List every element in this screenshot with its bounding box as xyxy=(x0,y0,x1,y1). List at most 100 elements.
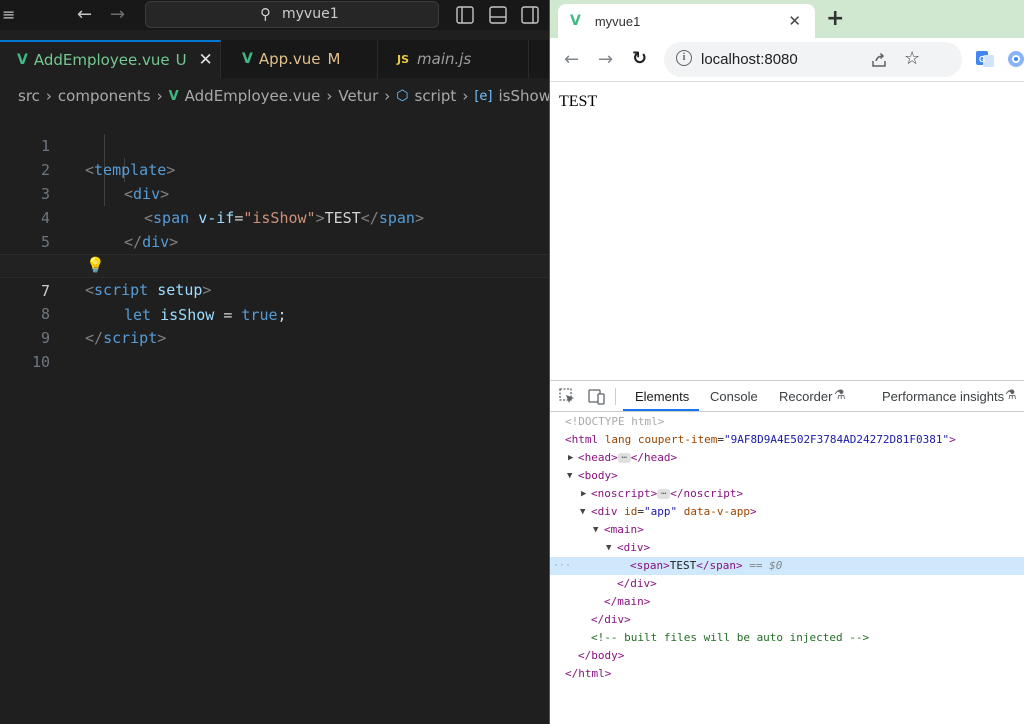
code-line: 4 </div> xyxy=(0,182,549,251)
flask-icon: ⚗ xyxy=(1005,387,1017,402)
toggle-sidebar-icon[interactable] xyxy=(456,6,474,24)
forward-icon[interactable]: → xyxy=(598,49,613,70)
more-icon[interactable]: ··· xyxy=(553,557,571,575)
active-tab-indicator xyxy=(623,409,699,411)
close-icon[interactable]: ✕ xyxy=(199,50,213,70)
git-status-badge: M xyxy=(327,50,341,68)
chevron-right-icon: › xyxy=(45,87,52,105)
tab-title: myvue1 xyxy=(594,13,641,29)
expand-triangle-icon[interactable]: ▶ xyxy=(581,485,586,503)
chevron-right-icon: › xyxy=(156,87,163,105)
code-line: 3 <span v-if="isShow">TEST</span> xyxy=(0,158,549,227)
dom-node[interactable]: <!DOCTYPE html> xyxy=(550,413,1024,431)
device-toolbar-icon[interactable] xyxy=(588,388,606,405)
toggle-panel-icon[interactable] xyxy=(489,6,507,24)
dom-node[interactable]: </main> xyxy=(550,593,1024,611)
tab-console[interactable]: Console xyxy=(710,389,758,404)
breadcrumb-item[interactable]: AddEmployee.vue xyxy=(185,87,321,105)
collapse-triangle-icon[interactable]: ▼ xyxy=(606,539,611,557)
code-line: 2 <div> xyxy=(0,134,549,203)
collapse-triangle-icon[interactable]: ▼ xyxy=(567,467,572,485)
tab-elements[interactable]: Elements xyxy=(635,389,689,404)
inspect-icon[interactable] xyxy=(559,388,576,405)
line-number: 10 xyxy=(31,353,50,371)
chrome-tabbar: V myvue1 ✕ + xyxy=(550,0,1024,38)
close-icon[interactable]: ✕ xyxy=(788,12,801,30)
info-icon[interactable]: i xyxy=(676,50,692,66)
chrome-window: V myvue1 ✕ + ← → ↻ i localhost:8080 ☆ G … xyxy=(549,0,1024,724)
dom-node[interactable]: ▼ <main> xyxy=(550,521,1024,539)
tab-label: main.js xyxy=(417,50,472,68)
tab-addemployee-vue[interactable]: V AddEmployee.vue U ✕ xyxy=(0,40,221,78)
translate-extension-icon[interactable]: G xyxy=(975,49,995,69)
tab-recorder[interactable]: Recorder xyxy=(779,389,832,404)
page-content-text: TEST xyxy=(559,93,598,110)
screen: ≡ ← → ⚲ myvue1 V AddEmployee.vue U ✕ V A… xyxy=(0,0,1024,724)
flask-icon: ⚗ xyxy=(834,387,846,402)
variable-icon: [e] xyxy=(474,88,493,104)
reload-icon[interactable]: ↻ xyxy=(632,48,647,69)
chevron-right-icon: › xyxy=(326,87,333,105)
vue-file-icon: V xyxy=(168,88,179,104)
devtools-tabbar: Elements Console Recorder ⚗ Performance … xyxy=(550,381,1024,412)
back-icon[interactable]: ← xyxy=(564,49,579,70)
forward-arrow-icon[interactable]: → xyxy=(110,6,125,24)
tab-label: App.vue xyxy=(258,50,321,68)
toggle-secondary-sidebar-icon[interactable] xyxy=(521,6,539,24)
new-tab-icon[interactable]: + xyxy=(826,6,844,31)
dom-node[interactable]: </div> xyxy=(550,611,1024,629)
search-icon: ⚲ xyxy=(260,5,271,23)
dom-node[interactable]: ▶ <noscript>… </noscript> xyxy=(550,485,1024,503)
dom-node[interactable]: </div> xyxy=(550,575,1024,593)
code-line: 1 <template> xyxy=(0,110,549,179)
browser-tab[interactable]: V myvue1 ✕ xyxy=(558,4,815,38)
tab-app-vue[interactable]: V App.vue M xyxy=(222,40,378,78)
tab-performance-insights[interactable]: Performance insights xyxy=(882,389,1004,404)
svg-text:G: G xyxy=(979,55,985,64)
code-line-current: 7 let isShow = true; xyxy=(0,254,549,324)
git-status-badge: U xyxy=(175,51,187,69)
vscode-window: ≡ ← → ⚲ myvue1 V AddEmployee.vue U ✕ V A… xyxy=(0,0,549,724)
vue-file-icon: V xyxy=(242,51,253,67)
chevron-right-icon: › xyxy=(462,87,469,105)
breadcrumb: src › components › V AddEmployee.vue › V… xyxy=(18,85,549,107)
collapse-triangle-icon[interactable]: ▼ xyxy=(593,521,598,539)
ellipsis-icon[interactable]: … xyxy=(657,488,671,499)
share-icon[interactable] xyxy=(871,52,887,68)
vue-favicon: V xyxy=(570,13,581,29)
dom-tree: <!DOCTYPE html> <html lang coupert-item=… xyxy=(550,413,1024,724)
dom-node-selected[interactable]: ··· <span>TEST</span> == $0 xyxy=(550,557,1024,575)
code-line: 9 xyxy=(0,302,549,347)
back-arrow-icon[interactable]: ← xyxy=(77,6,92,24)
code-line: 5 </template> xyxy=(0,206,549,275)
chevron-right-icon: › xyxy=(384,87,391,105)
url-text: localhost:8080 xyxy=(701,51,798,68)
tab-main-js[interactable]: JS main.js xyxy=(379,40,529,78)
dom-node[interactable]: ▼ <div> xyxy=(550,539,1024,557)
ellipsis-icon[interactable]: … xyxy=(617,452,631,463)
dom-node[interactable]: </body> xyxy=(550,647,1024,665)
dom-node[interactable]: ▶ <head>… </head> xyxy=(550,449,1024,467)
dom-node[interactable]: <!-- built files will be auto injected -… xyxy=(550,629,1024,647)
dom-node[interactable]: <html lang coupert-item="9AF8D9A4E502F37… xyxy=(550,431,1024,449)
breadcrumb-item[interactable]: script xyxy=(415,87,457,105)
breadcrumb-item[interactable]: Vetur xyxy=(338,87,378,105)
expand-triangle-icon[interactable]: ▶ xyxy=(568,449,573,467)
command-center-search[interactable]: ⚲ myvue1 xyxy=(145,1,439,28)
dom-node[interactable]: ▼ <div id="app" data-v-app> xyxy=(550,503,1024,521)
editor-tabs: V AddEmployee.vue U ✕ V App.vue M JS mai… xyxy=(0,40,549,78)
collapse-triangle-icon[interactable]: ▼ xyxy=(580,503,585,521)
lightbulb-icon[interactable]: 💡 xyxy=(86,256,105,274)
extension-icon[interactable] xyxy=(1006,49,1024,69)
address-bar[interactable]: i localhost:8080 ☆ xyxy=(664,42,962,77)
bookmark-star-icon[interactable]: ☆ xyxy=(904,48,920,69)
breadcrumb-item[interactable]: components xyxy=(58,87,151,105)
breadcrumb-item[interactable]: isShow xyxy=(498,87,549,105)
tab-label: AddEmployee.vue xyxy=(33,51,170,69)
code-editor[interactable]: 1 <template> 2 <div> 3 <span v-if="isSho… xyxy=(0,110,549,724)
js-file-icon: JS xyxy=(397,52,410,66)
dom-node[interactable]: </html> xyxy=(550,665,1024,683)
menu-icon[interactable]: ≡ xyxy=(2,7,15,23)
dom-node[interactable]: ▼ <body> xyxy=(550,467,1024,485)
breadcrumb-item[interactable]: src xyxy=(18,87,40,105)
